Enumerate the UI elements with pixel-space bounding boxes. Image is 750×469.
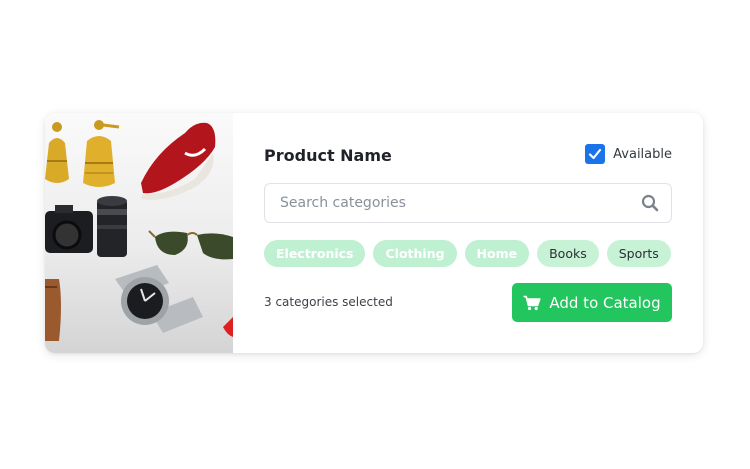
category-tags: Electronics Clothing Home Books Sports [264, 240, 671, 267]
selected-count: 3 categories selected [264, 295, 393, 309]
category-tag-sports[interactable]: Sports [606, 240, 671, 267]
add-to-catalog-label: Add to Catalog [549, 293, 661, 312]
search-icon[interactable] [640, 193, 660, 213]
category-tag-home[interactable]: Home [464, 240, 530, 267]
category-tag-electronics[interactable]: Electronics [264, 240, 366, 267]
product-card: Product Name Available Electronics Cloth… [45, 113, 703, 353]
available-toggle[interactable]: Available [585, 144, 672, 164]
category-tag-clothing[interactable]: Clothing [373, 240, 457, 267]
sunglasses-illustration [148, 230, 233, 260]
category-tag-books[interactable]: Books [537, 240, 599, 267]
camera-illustration [45, 196, 127, 257]
watch-illustration [115, 265, 203, 333]
earrings-illustration [45, 120, 120, 187]
product-collage-image [45, 120, 233, 341]
product-details: Product Name Available Electronics Cloth… [233, 113, 703, 353]
checkmark-icon [589, 148, 602, 160]
cart-icon [523, 295, 541, 311]
available-label: Available [613, 146, 672, 162]
shoe-illustration [141, 122, 216, 200]
search-input[interactable] [265, 183, 640, 223]
bag-illustration [45, 279, 61, 341]
available-checkbox[interactable] [585, 144, 606, 164]
add-to-catalog-button[interactable]: Add to Catalog [512, 283, 672, 322]
product-title: Product Name [264, 146, 392, 165]
product-image [45, 113, 233, 353]
category-search [264, 183, 672, 223]
